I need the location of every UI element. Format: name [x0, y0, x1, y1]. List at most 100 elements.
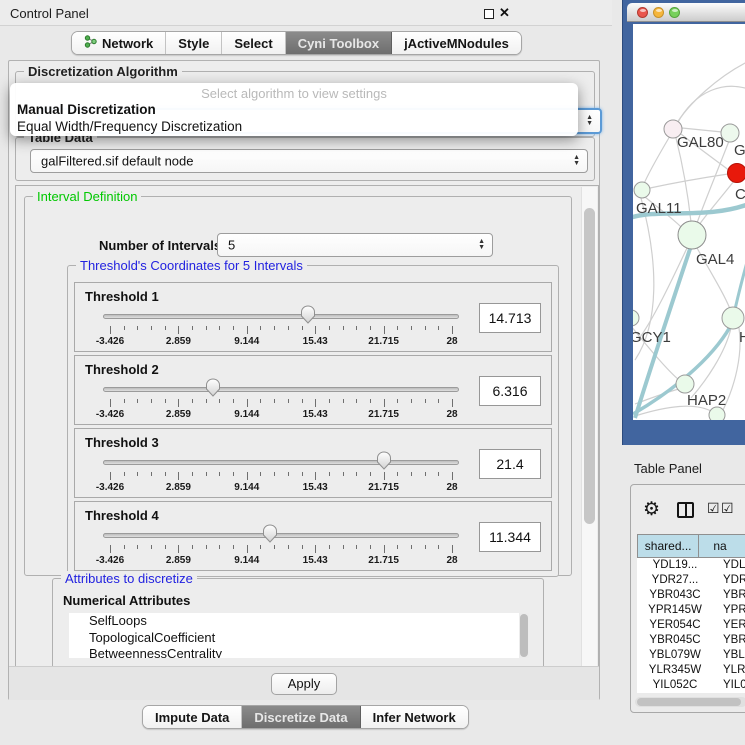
cyni-toolbox-panel: Discretization Algorithm ▲▼ Table Data g… — [8, 60, 600, 700]
table-panel-title: Table Panel — [634, 461, 702, 476]
network-edge[interactable] — [682, 128, 722, 132]
table-row[interactable]: YER054CYER054C — [637, 618, 745, 633]
network-icon — [84, 35, 97, 48]
zoom-traffic-light-icon[interactable] — [669, 7, 680, 18]
network-edge-highlighted[interactable] — [734, 262, 745, 314]
tab-cyni-toolbox[interactable]: Cyni Toolbox — [286, 32, 392, 54]
table-row[interactable]: YIL052CYIL052C — [637, 678, 745, 693]
tab-jactivemnodules[interactable]: jActiveMNodules — [392, 32, 521, 54]
close-traffic-light-icon[interactable] — [637, 7, 648, 18]
settings-scrollbar-thumb[interactable] — [584, 208, 595, 524]
algorithm-option[interactable]: Equal Width/Frequency Discretization — [17, 119, 242, 134]
column-header-name[interactable]: na — [699, 534, 745, 558]
tick — [206, 472, 207, 476]
float-window-icon[interactable] — [484, 9, 494, 19]
table-hscrollbar-track[interactable] — [635, 697, 745, 707]
slider-thumb-zone — [103, 378, 459, 398]
threshold-value-field[interactable]: 21.4 — [479, 449, 541, 479]
combo-stepper-icon[interactable]: ▲▼ — [573, 155, 580, 167]
network-node-label: HAP2 — [687, 392, 726, 409]
tab-network[interactable]: Network — [72, 32, 166, 54]
slider-thumb[interactable] — [262, 524, 278, 543]
tick — [288, 399, 289, 403]
tick — [178, 326, 179, 334]
table-row[interactable]: YDR27...YDR27... — [637, 573, 745, 588]
tab-infer-network[interactable]: Infer Network — [361, 706, 468, 728]
attribute-item[interactable]: TopologicalCoefficient — [69, 630, 529, 647]
tab-label: Select — [234, 36, 272, 51]
network-canvas[interactable]: GAL80GACGAL11GAL4GCY1HHAP2 — [633, 24, 745, 420]
tick — [370, 545, 371, 549]
cell-shared-name: YDR27... — [637, 573, 713, 588]
tick — [411, 545, 412, 549]
number-of-intervals-combobox[interactable]: 5 ▲▼ — [217, 233, 493, 257]
tab-style[interactable]: Style — [166, 32, 222, 54]
slider-thumb[interactable] — [376, 451, 392, 470]
settings-gear-icon[interactable]: ⚙ — [643, 498, 660, 521]
attribute-item[interactable]: BetweennessCentrality — [69, 646, 529, 658]
network-edge[interactable] — [650, 174, 728, 188]
threshold-value-field[interactable]: 14.713 — [479, 303, 541, 333]
tab-label: Impute Data — [155, 710, 229, 725]
network-edge[interactable] — [643, 136, 670, 186]
tick — [206, 326, 207, 330]
tick-label: 9.144 — [234, 336, 259, 347]
table-row[interactable]: YDL19...YDL19... — [637, 558, 745, 573]
checkbox-checked-icon[interactable]: ☑ — [721, 500, 734, 517]
tab-discretize-data[interactable]: Discretize Data — [242, 706, 360, 728]
network-node[interactable] — [634, 182, 650, 198]
threshold-value-field[interactable]: 11.344 — [479, 522, 541, 552]
algorithm-option[interactable]: Manual Discretization — [17, 102, 156, 117]
combo-stepper-icon[interactable]: ▲▼ — [478, 239, 485, 251]
network-node[interactable] — [676, 375, 694, 393]
tick-label: 15.43 — [303, 409, 328, 420]
control-panel-titlebar — [0, 0, 612, 26]
network-edge[interactable] — [675, 60, 745, 126]
tab-impute-data[interactable]: Impute Data — [143, 706, 242, 728]
numerical-attributes-list[interactable]: SelfLoopsTopologicalCoefficientBetweenne… — [69, 613, 529, 658]
slider-thumb[interactable] — [205, 378, 221, 397]
network-node-label: C — [735, 186, 745, 203]
close-icon[interactable]: ✕ — [499, 5, 510, 21]
tick — [219, 326, 220, 330]
split-columns-icon[interactable] — [677, 502, 694, 518]
network-node[interactable] — [633, 310, 639, 326]
tick — [110, 326, 111, 334]
tick — [274, 545, 275, 549]
network-node[interactable] — [722, 307, 744, 329]
threshold-row: Threshold 4-3.4262.8599.14415.4321.71528… — [74, 501, 552, 571]
combo-stepper-icon[interactable]: ▲▼ — [586, 115, 593, 127]
network-node[interactable] — [709, 407, 725, 420]
tick — [370, 472, 371, 476]
table-hscrollbar-thumb[interactable] — [637, 698, 741, 706]
slider-tick-labels: -3.4262.8599.14415.4321.71528 — [110, 555, 452, 567]
apply-button[interactable]: Apply — [271, 673, 337, 695]
cell-name: YBR045C — [713, 633, 745, 648]
column-header-shared-name[interactable]: shared... — [637, 534, 699, 558]
slider-thumb[interactable] — [300, 305, 316, 324]
network-edge[interactable] — [691, 328, 731, 398]
table-row[interactable]: YPR145WYPR145W — [637, 603, 745, 618]
checkbox-checked-icon[interactable]: ☑ — [707, 500, 720, 517]
network-node[interactable] — [728, 164, 745, 183]
network-window-titlebar[interactable] — [627, 3, 745, 22]
network-node[interactable] — [678, 221, 706, 249]
attributes-scrollbar[interactable] — [519, 613, 529, 658]
tick — [274, 399, 275, 403]
tick-label: 28 — [446, 336, 457, 347]
table-row[interactable]: YLR345WYLR345W — [637, 663, 745, 678]
network-node[interactable] — [721, 124, 739, 142]
tick — [165, 545, 166, 549]
tab-label: Discretize Data — [254, 710, 347, 725]
number-of-intervals-label: Number of Intervals — [99, 238, 221, 253]
attribute-item[interactable]: SelfLoops — [69, 613, 529, 630]
table-row[interactable]: YBL079WYBL079W — [637, 648, 745, 663]
node-table: shared... na YDL19...YDL19...YDR27...YDR… — [637, 534, 745, 693]
threshold-value-field[interactable]: 6.316 — [479, 376, 541, 406]
table-row[interactable]: YBR043CYBR043C — [637, 588, 745, 603]
table-row[interactable]: YBR045CYBR045C — [637, 633, 745, 648]
tab-select[interactable]: Select — [222, 32, 285, 54]
minimize-traffic-light-icon[interactable] — [653, 7, 664, 18]
network-edge[interactable] — [677, 86, 745, 124]
table-data-combobox[interactable]: galFiltered.sif default node ▲▼ — [30, 149, 588, 173]
